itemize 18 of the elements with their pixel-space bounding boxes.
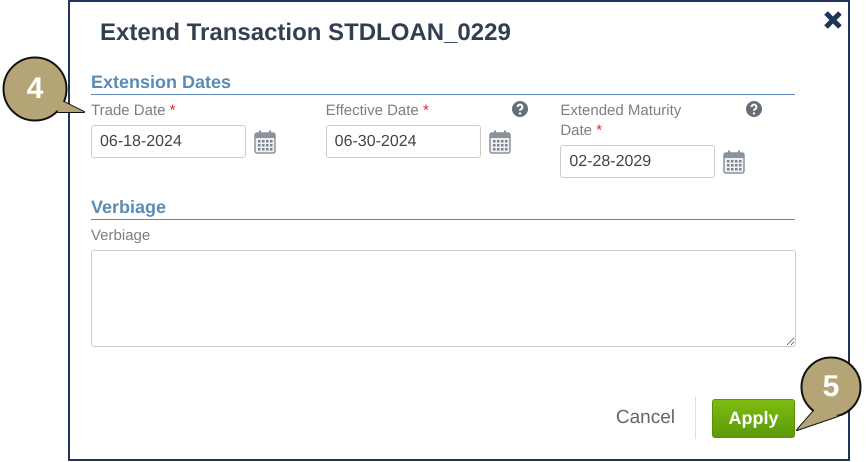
field-label: Extended Maturity Date * xyxy=(560,101,682,141)
calendar-icon[interactable] xyxy=(723,150,746,174)
help-icon[interactable] xyxy=(512,101,528,117)
calendar-icon[interactable] xyxy=(488,130,511,154)
verbiage-field[interactable] xyxy=(91,250,796,347)
section-heading: Verbiage xyxy=(91,197,795,220)
close-button[interactable] xyxy=(823,10,843,30)
field-label: Effective Date * xyxy=(326,101,429,121)
dialog-title: Extend Transaction STDLOAN_0229 xyxy=(100,19,511,47)
date-field[interactable]: 06-18-2024 xyxy=(91,125,246,158)
date-field[interactable]: 02-28-2029 xyxy=(560,145,716,178)
cancel-button[interactable]: Cancel xyxy=(616,397,696,439)
field-label: Verbiage xyxy=(91,226,152,246)
field-label: Trade Date * xyxy=(91,101,176,121)
section-heading: Extension Dates xyxy=(91,72,795,95)
help-icon[interactable] xyxy=(746,101,762,117)
date-field[interactable]: 06-30-2024 xyxy=(326,125,481,158)
calendar-icon[interactable] xyxy=(254,130,276,154)
